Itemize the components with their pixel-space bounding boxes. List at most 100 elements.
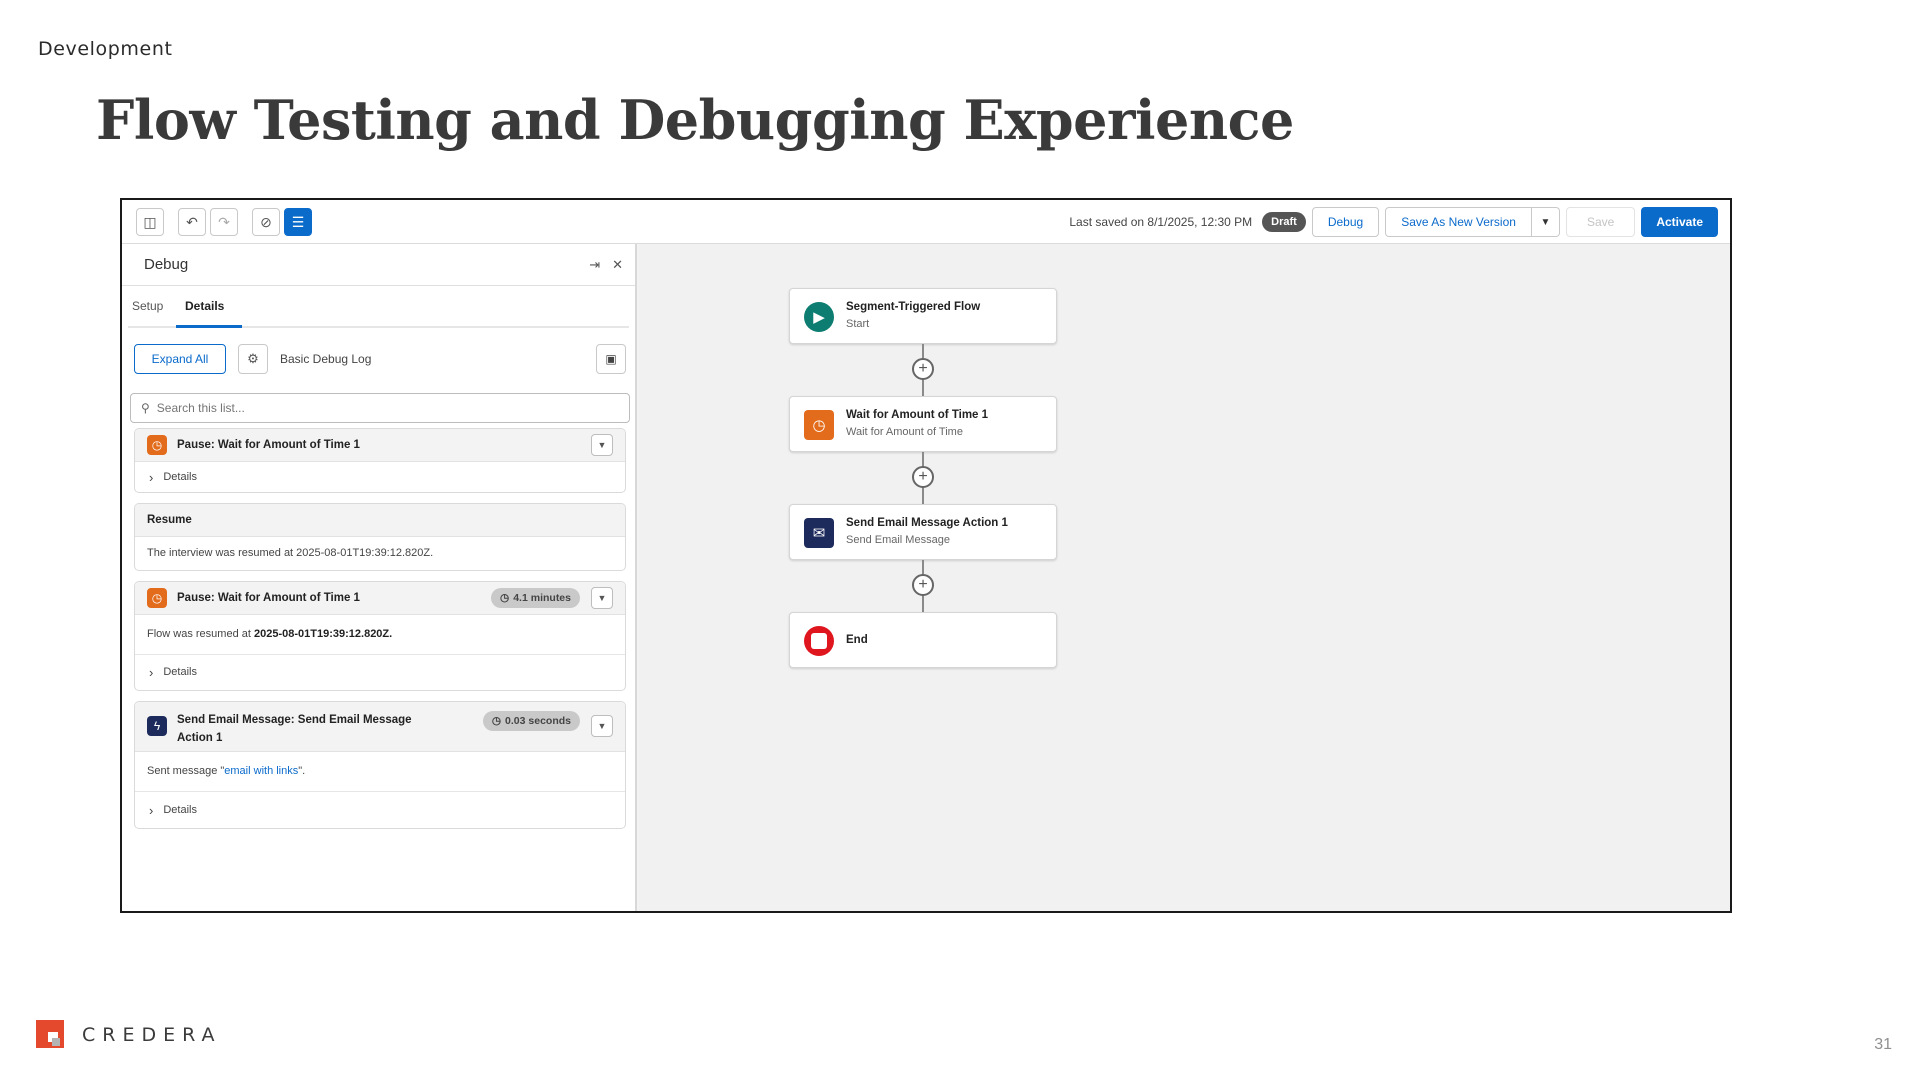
add-element-plus-icon[interactable]: + bbox=[912, 358, 934, 380]
debug-entry-resume: Resume The interview was resumed at 2025… bbox=[134, 503, 626, 571]
save-as-new-version-split: Save As New Version ▼ bbox=[1385, 207, 1560, 237]
chevron-right-icon: › bbox=[149, 802, 154, 818]
chevron-right-icon: › bbox=[149, 469, 154, 485]
message-prefix: Flow was resumed at bbox=[147, 628, 251, 640]
duration-badge: ◷ 4.1 minutes bbox=[491, 588, 580, 608]
details-label: Details bbox=[163, 804, 197, 816]
entry-title: Send Email Message: Send Email Message A… bbox=[177, 711, 412, 747]
node-title: End bbox=[846, 634, 868, 646]
node-subtitle: Start bbox=[846, 318, 870, 330]
entry-title: Resume bbox=[147, 514, 192, 526]
flow-node-end[interactable]: End bbox=[789, 612, 1057, 668]
duration-text: 0.03 seconds bbox=[505, 715, 571, 727]
flow-builder-screenshot: ◫ ↶ ↷ ⊘ ☰ Last saved on 8/1/2025, 12:30 … bbox=[120, 198, 1732, 913]
search-icon: ⚲ bbox=[141, 401, 150, 415]
node-subtitle: Wait for Amount of Time bbox=[846, 426, 963, 438]
copy-log-button[interactable]: ▣ bbox=[596, 344, 626, 374]
entry-message: The interview was resumed at 2025-08-01T… bbox=[147, 547, 434, 559]
lightning-icon: ϟ bbox=[147, 716, 167, 736]
debug-tabs: Setup Details bbox=[128, 286, 629, 328]
debug-action-row: Expand All ⚙ Basic Debug Log ▣ bbox=[134, 342, 626, 376]
add-element-plus-icon[interactable]: + bbox=[912, 466, 934, 488]
node-title: Send Email Message Action 1 bbox=[846, 517, 1008, 529]
debug-entry-send-email: ϟ Send Email Message: Send Email Message… bbox=[134, 701, 626, 829]
entry-message: Sent message "email with links". bbox=[135, 752, 625, 792]
entry-title-line2: Action 1 bbox=[177, 732, 223, 744]
details-toggle[interactable]: › Details bbox=[135, 462, 625, 492]
duration-badge: ◷ 0.03 seconds bbox=[482, 711, 580, 731]
save-button[interactable]: Save bbox=[1565, 207, 1636, 237]
debug-button[interactable]: Debug bbox=[1311, 207, 1380, 237]
timer-icon: ◷ bbox=[491, 715, 502, 727]
close-icon[interactable]: ✕ bbox=[612, 257, 623, 273]
tab-details[interactable]: Details bbox=[185, 299, 224, 313]
clock-icon: ◷ bbox=[804, 410, 834, 440]
debug-panel-title: Debug bbox=[144, 256, 189, 273]
toolbar-right-group: Last saved on 8/1/2025, 12:30 PM Draft D… bbox=[1069, 206, 1718, 238]
undo-icon: ↶ bbox=[186, 213, 198, 230]
log-level-text: Basic Debug Log bbox=[280, 352, 372, 366]
clipboard-icon: ▣ bbox=[605, 352, 617, 366]
entry-header: ◷ Pause: Wait for Amount of Time 1 ▼ bbox=[135, 429, 625, 462]
entry-header: ◷ Pause: Wait for Amount of Time 1 ◷ 4.1 … bbox=[135, 582, 625, 615]
undo-button[interactable]: ↶ bbox=[178, 208, 206, 236]
entry-menu-chevron-icon[interactable]: ▼ bbox=[591, 434, 613, 456]
details-toggle[interactable]: › Details bbox=[135, 792, 625, 828]
settings-button[interactable]: ⚙ bbox=[238, 344, 268, 374]
entry-header: ϟ Send Email Message: Send Email Message… bbox=[135, 702, 625, 752]
details-toggle[interactable]: › Details bbox=[135, 655, 625, 689]
envelope-icon: ✉ bbox=[804, 518, 834, 548]
message-timestamp: 2025-08-01T19:39:12.820Z. bbox=[254, 628, 393, 640]
tab-setup[interactable]: Setup bbox=[132, 299, 163, 313]
redo-button[interactable]: ↷ bbox=[210, 208, 238, 236]
email-template-link[interactable]: email with links bbox=[224, 765, 298, 777]
panel-header-actions: ⇥ ✕ bbox=[589, 257, 623, 273]
chevron-down-icon[interactable]: ▼ bbox=[1531, 207, 1560, 237]
node-title: Segment-Triggered Flow bbox=[846, 301, 981, 313]
clock-icon: ◷ bbox=[147, 588, 167, 608]
details-label: Details bbox=[163, 471, 197, 483]
message-suffix: ". bbox=[298, 765, 306, 777]
errors-button[interactable]: ⊘ bbox=[252, 208, 280, 236]
section-label: Development bbox=[38, 38, 173, 60]
chevron-right-icon: › bbox=[149, 664, 154, 680]
save-as-new-version-button[interactable]: Save As New Version bbox=[1385, 207, 1532, 237]
expand-all-button[interactable]: Expand All bbox=[134, 344, 226, 374]
message-prefix: Sent message " bbox=[147, 765, 225, 777]
node-title: Wait for Amount of Time 1 bbox=[846, 409, 989, 421]
panel-icon: ◫ bbox=[143, 213, 157, 230]
stop-icon bbox=[804, 626, 834, 656]
entry-menu-chevron-icon[interactable]: ▼ bbox=[591, 587, 613, 609]
flow-builder-toolbar: ◫ ↶ ↷ ⊘ ☰ Last saved on 8/1/2025, 12:30 … bbox=[122, 200, 1730, 244]
gear-icon: ⚙ bbox=[247, 351, 259, 366]
slide-title: Flow Testing and Debugging Experience bbox=[96, 88, 1294, 152]
search-field: ⚲ bbox=[130, 393, 630, 423]
toggle-panel-button[interactable]: ◫ bbox=[136, 208, 164, 236]
search-input[interactable] bbox=[156, 401, 597, 415]
debug-panel-header: Debug ⇥ ✕ bbox=[122, 244, 635, 286]
activate-button[interactable]: Activate bbox=[1641, 207, 1718, 237]
entry-title: Pause: Wait for Amount of Time 1 bbox=[177, 439, 360, 451]
add-element-plus-icon[interactable]: + bbox=[912, 574, 934, 596]
flow-node-start[interactable]: ▶ Segment-Triggered Flow Start bbox=[789, 288, 1057, 344]
node-subtitle: Send Email Message bbox=[846, 534, 950, 546]
page-number: 31 bbox=[1874, 1036, 1892, 1053]
entry-menu-chevron-icon[interactable]: ▼ bbox=[591, 715, 613, 737]
details-label: Details bbox=[163, 666, 197, 678]
clock-icon: ◷ bbox=[147, 435, 167, 455]
debug-entry-pause-2: ◷ Pause: Wait for Amount of Time 1 ◷ 4.1 … bbox=[134, 581, 626, 691]
flow-node-send-email[interactable]: ✉ Send Email Message Action 1 Send Email… bbox=[789, 504, 1057, 560]
play-icon: ▶ bbox=[804, 302, 834, 332]
redo-icon: ↷ bbox=[218, 213, 230, 230]
debug-panel-button[interactable]: ☰ bbox=[284, 208, 312, 236]
dock-icon[interactable]: ⇥ bbox=[589, 257, 600, 273]
entry-header: Resume bbox=[135, 504, 625, 537]
flow-canvas: ▶ Segment-Triggered Flow Start + ◷ Wait … bbox=[639, 244, 1730, 911]
debug-panel: Debug ⇥ ✕ Setup Details Expand All ⚙ Bas… bbox=[122, 244, 637, 911]
status-badge: Draft bbox=[1262, 212, 1306, 232]
debug-entry-pause-1: ◷ Pause: Wait for Amount of Time 1 ▼ › D… bbox=[134, 428, 626, 493]
brand-name: CREDERA bbox=[82, 1024, 222, 1046]
flow-node-wait[interactable]: ◷ Wait for Amount of Time 1 Wait for Amo… bbox=[789, 396, 1057, 452]
block-icon: ⊘ bbox=[260, 213, 272, 230]
debug-panel-icon: ☰ bbox=[291, 213, 305, 230]
